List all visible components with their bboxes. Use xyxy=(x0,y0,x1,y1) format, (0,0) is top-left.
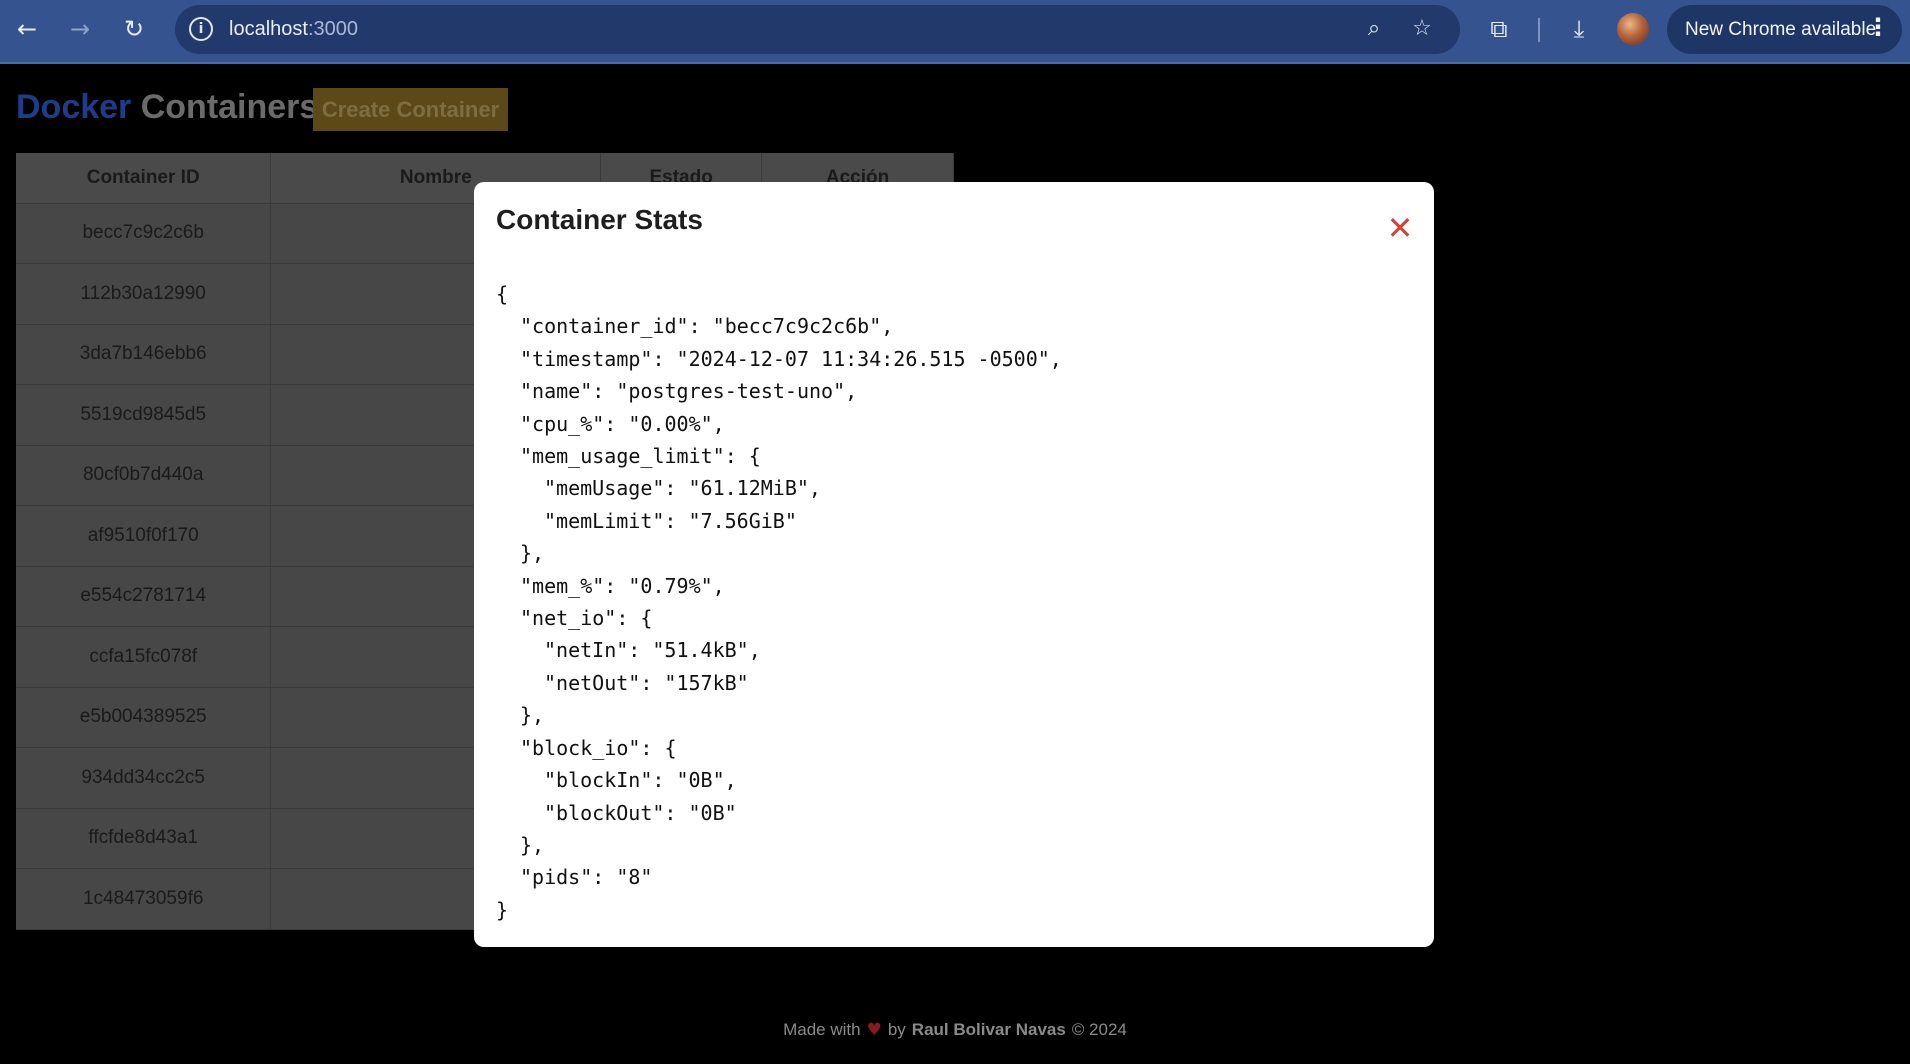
column-header-id: Container ID xyxy=(16,153,272,204)
chrome-update-button[interactable]: New Chrome available ⋮ xyxy=(1667,5,1902,54)
close-icon[interactable]: ✕ xyxy=(1384,212,1416,244)
browser-toolbar: ← → ↻ i localhost:3000 ⌕ ☆ ⧉ ⤓ New Chrom… xyxy=(0,0,1910,64)
cell-container-id: e554c2781714 xyxy=(16,566,272,627)
footer-made-with: Made with xyxy=(783,1020,861,1039)
download-icon[interactable]: ⤓ xyxy=(1563,13,1595,45)
cell-container-id: 3da7b146ebb6 xyxy=(16,324,272,385)
cell-container-id: e5b004389525 xyxy=(16,687,272,748)
cell-container-id: ffcfde8d43a1 xyxy=(16,808,272,869)
stats-line: } xyxy=(496,897,509,922)
stats-line: "pids": "8" xyxy=(520,865,653,890)
footer-copyright: © 2024 xyxy=(1071,1020,1127,1039)
footer: Made with ♥ by Raul Bolivar Navas © 2024 xyxy=(0,1020,1910,1040)
title-brand: Docker xyxy=(16,88,132,126)
stats-line: "memLimit": "7.56GiB" xyxy=(544,508,797,533)
bookmark-star-icon[interactable]: ☆ xyxy=(1408,15,1436,43)
footer-author: Raul Bolivar Navas xyxy=(911,1020,1066,1039)
cell-container-id: 80cf0b7d440a xyxy=(16,445,272,506)
stats-line: "mem_%": "0.79%", xyxy=(520,573,725,598)
cell-container-id: 112b30a12990 xyxy=(16,263,272,325)
stats-line: }, xyxy=(520,541,545,566)
stats-line: "netIn": "51.4kB", xyxy=(544,638,761,663)
stats-line: "netOut": "157kB" xyxy=(544,670,749,695)
stats-line: "mem_usage_limit": { xyxy=(520,444,761,469)
cell-container-id: 1c48473059f6 xyxy=(16,868,272,930)
stats-line: "block_io": { xyxy=(520,735,677,760)
toolbar-divider xyxy=(1538,18,1540,42)
stats-json: { "container_id": "becc7c9c2c6b", "timesta… xyxy=(496,278,1416,926)
title-rest: Containers xyxy=(140,88,319,126)
page-title: Docker Containers xyxy=(16,88,318,127)
url-text[interactable]: localhost:3000 xyxy=(229,18,358,41)
extensions-icon[interactable]: ⧉ xyxy=(1483,13,1515,45)
cell-container-id: 934dd34cc2c5 xyxy=(16,747,272,809)
create-container-button[interactable]: Create Container xyxy=(313,88,508,131)
cell-container-id: af9510f0f170 xyxy=(16,505,272,567)
container-stats-modal: Container Stats ✕ { "container_id": "becc… xyxy=(474,182,1434,947)
stats-line: "blockOut": "0B" xyxy=(544,800,737,825)
cell-container-id: ccfa15fc078f xyxy=(16,626,272,688)
stats-line: }, xyxy=(520,832,545,857)
site-info-icon[interactable]: i xyxy=(189,17,213,41)
reload-icon[interactable]: ↻ xyxy=(118,13,150,45)
stats-line: }, xyxy=(520,703,545,728)
stats-line: "name": "postgres-test-uno", xyxy=(520,379,858,404)
stats-line: "cpu_%": "0.00%", xyxy=(520,411,725,436)
footer-by: by xyxy=(887,1020,906,1039)
cell-container-id: 5519cd9845d5 xyxy=(16,384,272,446)
profile-avatar[interactable] xyxy=(1617,13,1649,45)
cell-container-id: becc7c9c2c6b xyxy=(16,203,272,264)
stats-line: "net_io": { xyxy=(520,606,653,631)
back-icon[interactable]: ← xyxy=(11,13,43,45)
stats-line: "timestamp": "2024-12-07 11:34:26.515 -0… xyxy=(520,346,1062,371)
zoom-icon[interactable]: ⌕ xyxy=(1360,15,1388,43)
update-label: New Chrome available xyxy=(1685,19,1877,40)
heart-icon: ♥ xyxy=(866,1020,882,1040)
address-bar[interactable]: i localhost:3000 ⌕ ☆ xyxy=(175,5,1460,54)
forward-icon[interactable]: → xyxy=(64,13,96,45)
stats-line: "blockIn": "0B", xyxy=(544,768,737,793)
stats-line: "container_id": "becc7c9c2c6b", xyxy=(520,314,894,339)
stats-line: "memUsage": "61.12MiB", xyxy=(544,476,821,501)
menu-kebab-icon[interactable]: ⋮ xyxy=(1866,13,1890,41)
stats-line: { xyxy=(496,282,509,306)
modal-title: Container Stats xyxy=(496,204,703,235)
